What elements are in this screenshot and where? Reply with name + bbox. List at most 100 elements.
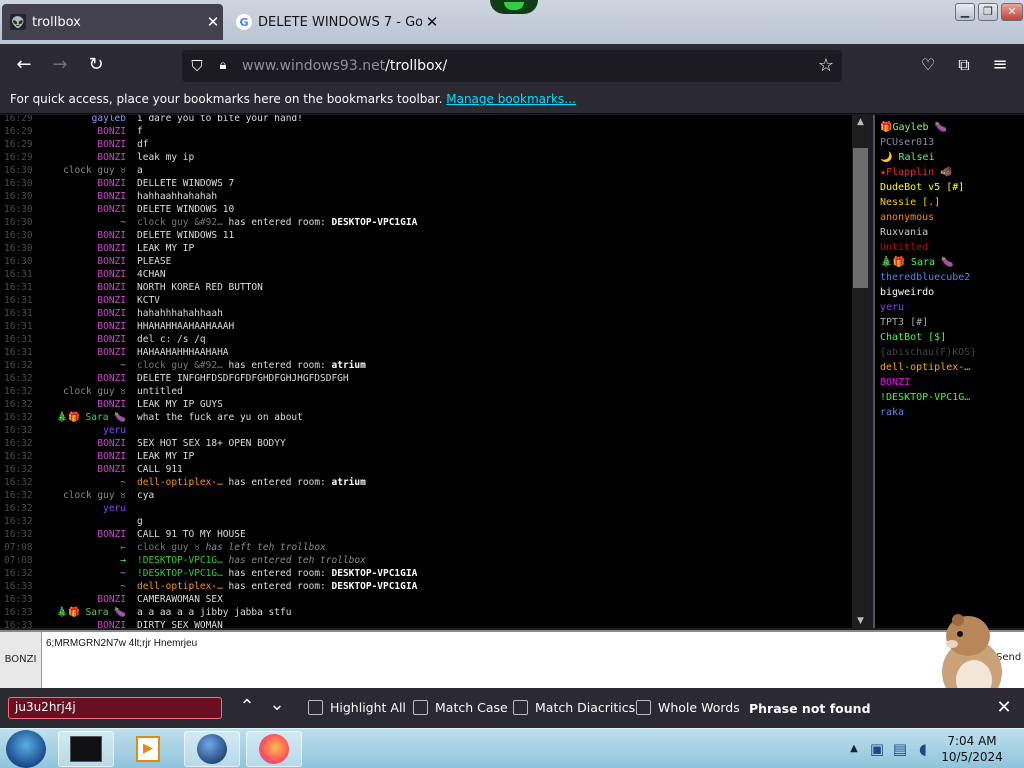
user-list-item[interactable]: {abischau(F)KOS} [880,347,976,358]
reload-icon[interactable]: ↻ [85,54,107,76]
user-list-item[interactable]: Nessie [.] [880,197,940,208]
message-nick[interactable]: BONZI [97,620,126,628]
taskbar-app-firefox[interactable] [246,731,302,767]
user-list-item[interactable]: raka [880,407,904,418]
message-nick[interactable]: ~ [120,217,126,228]
user-list-item[interactable]: bigweirdo [880,287,934,298]
taskbar-app-browser[interactable] [184,731,240,767]
system-clock[interactable]: 7:04 AM 10/5/2024 [940,733,1004,765]
chat-scrollbar-thumb[interactable] [853,148,868,288]
message-nick[interactable]: clock guy ♉ [63,386,126,397]
message-nick[interactable]: clock guy ♉ [63,165,126,176]
start-button[interactable] [6,730,46,768]
message-nick[interactable]: BONZI [97,256,126,267]
user-list-item[interactable]: 🎄🎁 Sara 🍆 [880,257,953,268]
taskbar-app-media[interactable]: ▶ [120,731,176,767]
minimize-button[interactable]: ▁ [955,3,975,21]
nickname-button[interactable]: BONZI [0,632,42,688]
message-nick[interactable]: BONZI [97,373,126,384]
tab-trollbox[interactable]: 👽 trollbox ✕ [2,4,223,40]
extensions-icon[interactable]: ⧉ [953,54,975,76]
message-nick[interactable]: BONZI [97,451,126,462]
message-nick[interactable]: BONZI [97,347,126,358]
user-list-item[interactable]: BONZI [880,377,910,388]
volume-icon[interactable]: ◖ [912,738,934,760]
message-nick[interactable]: BONZI [97,139,126,150]
user-list-item[interactable]: ★Flapplin 🐗 [880,167,953,178]
message-nick[interactable]: gayleb [92,115,126,124]
message-nick[interactable]: BONZI [97,464,126,475]
message-nick[interactable]: BONZI [97,178,126,189]
user-list-item[interactable]: 🌙 Ralsei [880,152,935,163]
message-nick[interactable]: BONZI [97,230,126,241]
user-list-item[interactable]: yeru [880,302,904,313]
maximize-button[interactable]: ❐ [978,3,998,21]
user-list-item[interactable]: PCUser013 [880,137,934,148]
message-nick[interactable]: BONZI [97,321,126,332]
user-list-item[interactable]: ChatBot [$] [880,332,946,343]
message-nick[interactable]: ~ [120,581,126,592]
message-nick[interactable]: BONZI [97,282,126,293]
close-window-button[interactable]: ✕ [1001,3,1023,21]
user-list-item[interactable]: 🎁Gayleb 🍆 [880,122,947,133]
monitor-icon[interactable]: ▤ [889,738,911,760]
message-nick[interactable]: BONZI [97,152,126,163]
message-nick[interactable]: ~ [120,568,126,579]
close-find-bar-icon[interactable]: ✕ [993,697,1015,719]
user-list-item[interactable]: Untitled [880,242,928,253]
close-tab-icon[interactable]: ✕ [203,13,223,31]
message-nick[interactable]: 🎄🎁 Sara 🍆 [56,412,126,423]
tab-google[interactable]: G DELETE WINDOWS 7 - Google ✕ [228,4,442,40]
message-nick[interactable]: ~ [120,360,126,371]
url-text[interactable]: www.windows93.net/trollbox/ [242,58,447,74]
message-nick[interactable]: yeru [103,425,126,436]
message-nick[interactable]: 🎄🎁 Sara 🍆 [56,607,126,618]
message-nick[interactable]: yeru [103,503,126,514]
message-nick[interactable]: BONZI [97,334,126,345]
message-nick[interactable]: BONZI [97,243,126,254]
user-list-item[interactable]: !DESKTOP-VPC1G… [880,392,970,403]
message-nick[interactable]: ~ [120,477,126,488]
message-nick[interactable]: BONZI [97,438,126,449]
message-nick[interactable]: BONZI [97,204,126,215]
message-nick[interactable]: → [120,555,126,566]
highlight-all-checkbox[interactable]: Highlight All [308,700,406,715]
message-nick[interactable]: clock guy ♉ [63,490,126,501]
message-input[interactable]: 6;MRMGRN2N7w 4lt;rjr Hnemrjeu [46,638,197,649]
manage-bookmarks-link[interactable]: Manage bookmarks… [446,92,576,106]
url-bar[interactable]: ⛉ 🔒︎ www.windows93.net/trollbox/ ☆ [182,50,842,82]
message-nick[interactable]: BONZI [97,269,126,280]
close-tab-icon[interactable]: ✕ [422,13,442,31]
message-nick[interactable]: BONZI [97,308,126,319]
message-nick[interactable]: BONZI [97,295,126,306]
hamburger-menu-icon[interactable]: ≡ [989,54,1011,76]
message-nick[interactable]: BONZI [97,529,126,540]
message-nick[interactable]: BONZI [97,126,126,137]
user-list-item[interactable]: anonymous [880,212,934,223]
user-list-item[interactable]: Ruxvania [880,227,928,238]
user-list-item[interactable]: TPT3 [#] [880,317,928,328]
find-input[interactable]: ju3u2hrj4j [8,697,222,719]
back-arrow-icon[interactable]: ← [13,54,35,76]
scroll-up-icon[interactable]: ▲ [857,117,864,127]
user-list-item[interactable]: dell-optiplex-… [880,362,970,373]
network-icon[interactable]: ▣ [866,738,888,760]
message-nick[interactable]: ← [120,542,126,553]
match-case-checkbox[interactable]: Match Case [413,700,508,715]
message-nick[interactable]: BONZI [97,399,126,410]
show-hidden-icons[interactable]: ▲ [843,738,865,760]
shield-icon[interactable]: ⛉ [186,55,208,77]
lock-icon[interactable]: 🔒︎ [212,55,234,77]
bookmark-star-icon[interactable]: ☆ [815,55,837,77]
pocket-icon[interactable]: ♡ [917,54,939,76]
user-list-item[interactable]: DudeBot v5 [#] [880,182,964,193]
forward-arrow-icon[interactable]: → [49,54,71,76]
message-nick[interactable]: BONZI [97,594,126,605]
scroll-down-icon[interactable]: ▼ [857,616,864,626]
user-list-item[interactable]: theredbluecube2 [880,272,970,283]
taskbar-app-terminal[interactable] [58,731,114,767]
match-diacritics-checkbox[interactable]: Match Diacritics [513,700,635,715]
find-previous-icon[interactable]: ⌃ [236,696,258,718]
find-next-icon[interactable]: ⌄ [266,694,288,716]
message-nick[interactable]: BONZI [97,191,126,202]
